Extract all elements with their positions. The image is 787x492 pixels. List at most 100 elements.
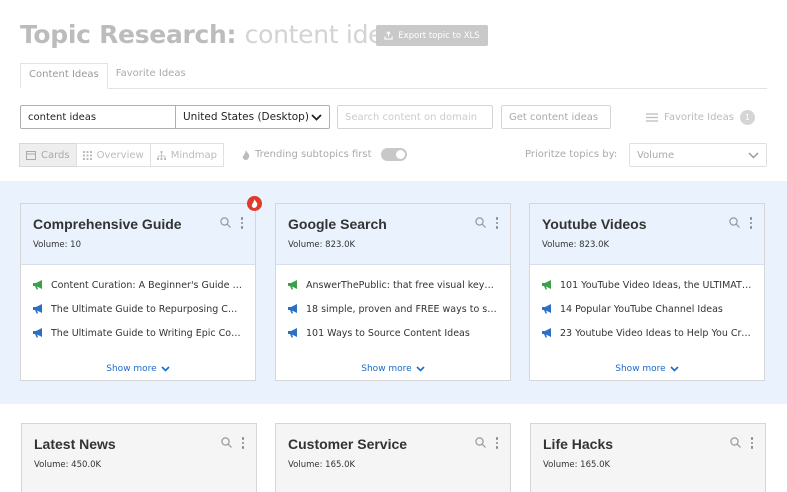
list-item[interactable]: 14 Popular YouTube Channel Ideas <box>542 297 752 321</box>
topic-card-header: Comprehensive Guide Volume: 10 <box>21 204 255 265</box>
more-options-icon[interactable] <box>240 217 243 229</box>
tab-favorite-ideas[interactable]: Favorite Ideas <box>108 63 194 89</box>
export-label: Export topic to XLS <box>398 30 480 41</box>
list-item-text: 101 YouTube Video Ideas, the ULTIMATE li… <box>560 279 752 291</box>
prioritize-value: Volume <box>637 149 675 161</box>
flame-icon <box>242 149 250 160</box>
topic-card-volume: Volume: 10 <box>33 240 81 250</box>
list-item-text: The Ultimate Guide to Writing Epic Conte… <box>51 327 243 339</box>
view-overview-button[interactable]: Overview <box>75 143 151 167</box>
topic-card-actions <box>474 437 498 449</box>
topic-card[interactable]: Life Hacks Volume: 165.0K <box>530 423 766 492</box>
search-icon[interactable] <box>474 217 486 229</box>
megaphone-icon <box>288 280 299 290</box>
list-icon <box>646 113 658 122</box>
topic-card-header: Google Search Volume: 823.0K <box>276 204 510 265</box>
more-options-icon[interactable] <box>495 437 498 449</box>
megaphone-icon <box>288 328 299 338</box>
topic-card-actions <box>474 217 498 229</box>
cards-icon <box>26 150 36 160</box>
favorite-ideas-link[interactable]: Favorite Ideas 1 <box>646 110 755 125</box>
topic-card-header: Customer Service Volume: 165.0K <box>276 424 510 485</box>
chevron-down-icon <box>748 151 759 159</box>
list-item[interactable]: 23 Youtube Video Ideas to Help You Creat… <box>542 321 752 345</box>
topic-card[interactable]: Comprehensive Guide Volume: 10 Content C… <box>20 203 256 381</box>
topic-card-title: Latest News <box>34 436 116 452</box>
page-title-prefix: Topic Research: <box>20 20 245 49</box>
megaphone-icon <box>542 280 553 290</box>
topic-card-actions <box>729 437 753 449</box>
topic-card-body: Content Curation: A Beginner's Guide to … <box>21 265 255 380</box>
list-item[interactable]: The Ultimate Guide to Repurposing Conten… <box>33 297 243 321</box>
topic-input[interactable]: content ideas <box>20 105 176 129</box>
view-overview-label: Overview <box>96 149 144 161</box>
chevron-down-icon <box>416 366 425 372</box>
export-icon <box>384 31 393 40</box>
show-more-link[interactable]: Show more <box>276 364 510 374</box>
list-item[interactable]: 101 YouTube Video Ideas, the ULTIMATE li… <box>542 273 752 297</box>
search-icon[interactable] <box>729 437 741 449</box>
list-item[interactable]: 18 simple, proven and FREE ways to sourc… <box>288 297 498 321</box>
megaphone-icon <box>288 304 299 314</box>
megaphone-icon <box>33 328 44 338</box>
search-icon[interactable] <box>474 437 486 449</box>
country-select[interactable]: United States (Desktop) <box>175 105 330 129</box>
prioritize-label: Prioritze topics by: <box>525 149 618 160</box>
topic-card-title: Google Search <box>288 216 387 232</box>
tab-content-ideas[interactable]: Content Ideas <box>20 63 108 89</box>
domain-search-input[interactable]: Search content on domain <box>337 105 493 129</box>
topic-card-volume: Volume: 823.0K <box>542 240 610 250</box>
more-options-icon[interactable] <box>495 217 498 229</box>
show-more-link[interactable]: Show more <box>530 364 764 374</box>
list-item-text: AnswerThePublic: that free visual keywor… <box>306 279 498 291</box>
show-more-link[interactable]: Show more <box>21 364 255 374</box>
favorite-label: Favorite Ideas <box>664 112 734 123</box>
mindmap-icon <box>156 150 166 160</box>
megaphone-icon <box>542 304 553 314</box>
topic-card-header: Youtube Videos Volume: 823.0K <box>530 204 764 265</box>
topic-card-actions <box>220 437 244 449</box>
trending-toggle-row: Trending subtopics first <box>242 148 407 161</box>
megaphone-icon <box>542 328 553 338</box>
chevron-down-icon <box>161 366 170 372</box>
list-item[interactable]: Content Curation: A Beginner's Guide to … <box>33 273 243 297</box>
list-item-text: 101 Ways to Source Content Ideas <box>306 327 470 339</box>
get-content-ideas-button[interactable]: Get content ideas <box>501 105 611 129</box>
list-item-text: 18 simple, proven and FREE ways to sourc… <box>306 303 498 315</box>
topic-card-volume: Volume: 450.0K <box>34 460 102 470</box>
view-cards-button[interactable]: Cards <box>19 143 77 167</box>
topic-card-title: Life Hacks <box>543 436 614 452</box>
topic-card-header: Latest News Volume: 450.0K <box>22 424 256 485</box>
chevron-down-icon <box>311 113 322 121</box>
more-options-icon[interactable] <box>749 217 752 229</box>
topic-card[interactable]: Latest News Volume: 450.0K <box>21 423 257 492</box>
topic-card-volume: Volume: 165.0K <box>543 460 611 470</box>
grid-icon <box>82 150 92 160</box>
export-xls-button[interactable]: Export topic to XLS <box>376 25 488 46</box>
flame-icon <box>251 199 258 208</box>
prioritize-select[interactable]: Volume <box>629 143 767 167</box>
view-mindmap-button[interactable]: Mindmap <box>149 143 225 167</box>
topic-card-title: Youtube Videos <box>542 216 647 232</box>
view-cards-label: Cards <box>41 149 70 161</box>
megaphone-icon <box>33 304 44 314</box>
list-item[interactable]: AnswerThePublic: that free visual keywor… <box>288 273 498 297</box>
list-item[interactable]: 101 Ways to Source Content Ideas <box>288 321 498 345</box>
list-item-text: Content Curation: A Beginner's Guide to … <box>51 279 243 291</box>
show-more-label: Show more <box>615 364 666 374</box>
chevron-down-icon <box>670 366 679 372</box>
topic-card[interactable]: Youtube Videos Volume: 823.0K 101 YouTub… <box>529 203 765 381</box>
more-options-icon[interactable] <box>241 437 244 449</box>
search-icon[interactable] <box>728 217 740 229</box>
search-icon[interactable] <box>220 437 232 449</box>
more-options-icon[interactable] <box>750 437 753 449</box>
list-item-text: 14 Popular YouTube Channel Ideas <box>560 303 723 315</box>
topic-card[interactable]: Customer Service Volume: 165.0K <box>275 423 511 492</box>
topic-card[interactable]: Google Search Volume: 823.0K AnswerThePu… <box>275 203 511 381</box>
search-icon[interactable] <box>219 217 231 229</box>
trending-toggle[interactable] <box>380 148 407 161</box>
topic-card-body: AnswerThePublic: that free visual keywor… <box>276 265 510 380</box>
page-title: Topic Research: content ideas <box>20 20 411 49</box>
list-item[interactable]: The Ultimate Guide to Writing Epic Conte… <box>33 321 243 345</box>
trending-label: Trending subtopics first <box>255 149 372 160</box>
